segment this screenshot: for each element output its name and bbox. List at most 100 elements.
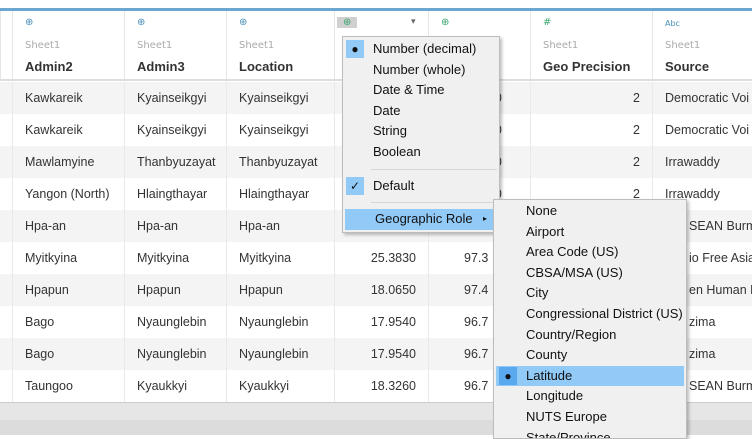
cell-latitude[interactable]: 17.9540 — [334, 338, 428, 370]
cell-location[interactable]: Kyainseikgyi — [226, 114, 334, 146]
string-icon[interactable]: Abc — [665, 19, 680, 28]
cell-admin3[interactable]: Hlaingthayar — [124, 178, 226, 210]
menu-item-label: Airport — [526, 223, 565, 239]
cell-latitude[interactable]: 17.9540 — [334, 306, 428, 338]
radio-bullet-icon: ● — [499, 366, 517, 385]
column-name: Geo Precision — [543, 59, 631, 74]
cell-admin2[interactable]: Hpa-an — [12, 210, 124, 242]
menu-item-type[interactable]: Date & Time — [343, 80, 499, 101]
column-header-geo-precision[interactable]: # Sheet1 Geo Precision — [530, 11, 652, 79]
geo-role-item[interactable]: ● Latitude — [496, 365, 684, 387]
globe-icon[interactable]: ⊕ — [441, 17, 449, 28]
geo-role-item[interactable]: Airport — [496, 222, 684, 243]
empty-mark — [346, 61, 364, 79]
menu-item-label: Geographic Role — [375, 211, 473, 227]
column-header-admin3[interactable]: ⊕ Sheet1 Admin3 — [124, 11, 226, 79]
number-icon[interactable]: # — [543, 17, 551, 28]
geo-role-item[interactable]: Congressional District (US) — [496, 304, 684, 325]
menu-item-type[interactable]: Number (whole) — [343, 60, 499, 81]
column-name: Source — [665, 59, 710, 74]
menu-item-default[interactable]: ✓ Default — [343, 176, 499, 197]
globe-icon[interactable]: ⊕ — [239, 17, 247, 28]
cell-admin3[interactable]: Kyainseikgyi — [124, 114, 226, 146]
data-type-menu: ● Number (decimal) Number (whole) Date & Ti… — [342, 36, 500, 233]
menu-item-label: None — [526, 203, 558, 218]
empty-mark — [346, 122, 364, 140]
menu-item-label: Number (whole) — [373, 61, 466, 77]
cell-geo-precision[interactable]: 2 — [530, 146, 652, 178]
geo-role-item[interactable]: State/Province — [496, 428, 684, 439]
cell-location[interactable]: Myitkyina — [226, 242, 334, 274]
geo-role-item[interactable]: NUTS Europe — [496, 407, 684, 428]
cell-geo-precision[interactable]: 2 — [530, 114, 652, 146]
column-source: Sheet1 — [665, 40, 701, 51]
geo-role-item[interactable]: CBSA/MSA (US) — [496, 263, 684, 284]
menu-item-label: Default — [373, 177, 415, 193]
cell-location[interactable]: Nyaunglebin — [226, 338, 334, 370]
cell-latitude[interactable]: 18.3260 — [334, 370, 428, 402]
cell-location[interactable]: Hpapun — [226, 274, 334, 306]
geographic-role-submenu: None Airport Area Code (US) CBSA/MSA (US) Ci… — [493, 199, 687, 439]
geo-role-item[interactable]: City — [496, 283, 684, 304]
column-header-location[interactable]: ⊕ Sheet1 Location — [226, 11, 334, 79]
cell-admin3[interactable]: Hpapun — [124, 274, 226, 306]
cell-admin2[interactable]: Taungoo — [12, 370, 124, 402]
menu-item-label: State/Province — [526, 429, 611, 439]
column-source: Sheet1 — [543, 40, 579, 51]
menu-item-label: NUTS Europe — [526, 408, 607, 424]
cell-admin2[interactable]: Kawkareik — [12, 114, 124, 146]
cell-location[interactable]: Kyaukkyi — [226, 370, 334, 402]
geo-role-item[interactable]: Area Code (US) — [496, 242, 684, 263]
cell-location[interactable]: Nyaunglebin — [226, 306, 334, 338]
menu-item-type[interactable]: Boolean — [343, 142, 499, 163]
cell-source[interactable]: Democratic Voi — [652, 82, 752, 114]
cell-admin2[interactable]: Yangon (North) — [12, 178, 124, 210]
menu-item-type[interactable]: Date — [343, 101, 499, 122]
globe-icon[interactable]: ⊕ — [137, 17, 145, 28]
cell-admin3[interactable]: Nyaunglebin — [124, 306, 226, 338]
column-name: Admin2 — [25, 59, 73, 74]
globe-icon[interactable]: ⊕ — [25, 17, 33, 28]
cell-location[interactable]: Thanbyuzayat — [226, 146, 334, 178]
checkmark-icon: ✓ — [346, 176, 364, 195]
geo-role-item[interactable]: Longitude — [496, 386, 684, 407]
cell-location[interactable]: Kyainseikgyi — [226, 82, 334, 114]
radio-bullet-icon: ● — [346, 40, 364, 58]
cell-admin2[interactable]: Hpapun — [12, 274, 124, 306]
cell-location[interactable]: Hlaingthayar — [226, 178, 334, 210]
dropdown-arrow-icon[interactable]: ▾ — [411, 17, 416, 27]
menu-item-type[interactable]: String — [343, 121, 499, 142]
cell-source[interactable]: Democratic Voi — [652, 114, 752, 146]
cell-location[interactable]: Hpa-an — [226, 210, 334, 242]
cell-geo-precision[interactable]: 2 — [530, 82, 652, 114]
cell-admin2[interactable]: Bago — [12, 306, 124, 338]
cell-admin2[interactable]: Kawkareik — [12, 82, 124, 114]
menu-item-label: Number (decimal) — [373, 41, 477, 56]
empty-mark — [346, 81, 364, 99]
cell-admin3[interactable]: Hpa-an — [124, 210, 226, 242]
menu-item-label: Latitude — [526, 367, 573, 383]
cell-admin3[interactable]: Thanbyuzayat — [124, 146, 226, 178]
cell-admin3[interactable]: Myitkyina — [124, 242, 226, 274]
cell-latitude[interactable]: 25.3830 — [334, 242, 428, 274]
empty-mark — [346, 102, 364, 120]
menu-item-geographic-role[interactable]: Geographic Role ▸ — [345, 209, 497, 230]
cell-latitude[interactable]: 18.0650 — [334, 274, 428, 306]
empty-mark — [346, 143, 364, 161]
column-source: Sheet1 — [239, 40, 275, 51]
column-header-admin2[interactable]: ⊕ Sheet1 Admin2 — [12, 11, 124, 79]
column-header-source[interactable]: Abc Sheet1 Source — [652, 11, 752, 79]
geo-role-item[interactable]: Country/Region — [496, 325, 684, 346]
globe-icon[interactable]: ⊕ — [337, 17, 358, 28]
cell-admin2[interactable]: Mawlamyine — [12, 146, 124, 178]
cell-admin2[interactable]: Bago — [12, 338, 124, 370]
cell-admin3[interactable]: Kyainseikgyi — [124, 82, 226, 114]
cell-source[interactable]: Irrawaddy — [652, 146, 752, 178]
menu-item-label: Congressional District (US) — [526, 305, 683, 321]
menu-item-type[interactable]: ● Number (decimal) — [343, 39, 499, 60]
cell-admin3[interactable]: Kyaukkyi — [124, 370, 226, 402]
cell-admin2[interactable]: Myitkyina — [12, 242, 124, 274]
geo-role-item[interactable]: County — [496, 345, 684, 366]
cell-admin3[interactable]: Nyaunglebin — [124, 338, 226, 370]
geo-role-item[interactable]: None — [496, 201, 684, 222]
